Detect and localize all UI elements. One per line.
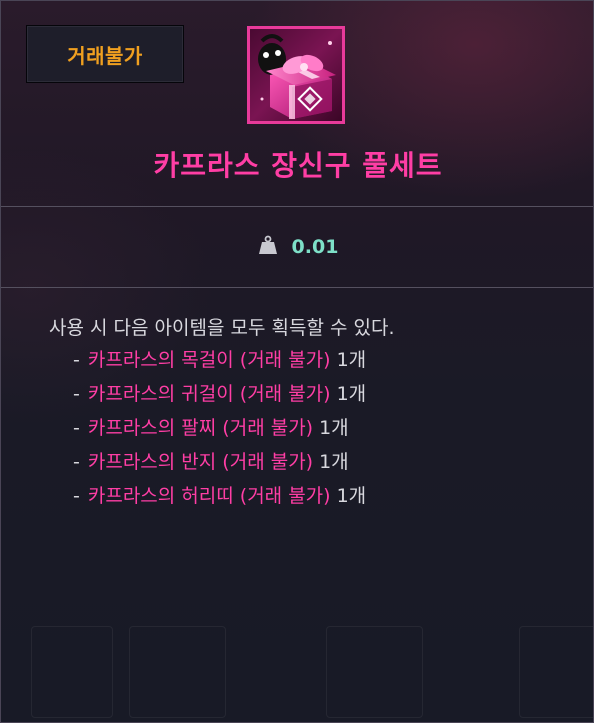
reward-name: 카프라스의 반지 (거래 불가) bbox=[87, 450, 314, 473]
item-description: 사용 시 다음 아이템을 모두 획득할 수 있다. - 카프라스의 목걸이 (거… bbox=[49, 313, 569, 513]
divider bbox=[1, 206, 593, 207]
divider bbox=[1, 287, 593, 288]
reward-list: - 카프라스의 목걸이 (거래 불가) 1개 - 카프라스의 귀걸이 (거래 불… bbox=[49, 343, 569, 513]
untradeable-badge: 거래불가 bbox=[26, 25, 184, 83]
weight-row: 0.01 bbox=[1, 229, 593, 265]
gift-box-icon bbox=[247, 26, 345, 124]
background-slot bbox=[129, 626, 226, 718]
reward-name: 카프라스의 귀걸이 (거래 불가) bbox=[87, 382, 331, 405]
list-item: - 카프라스의 목걸이 (거래 불가) 1개 bbox=[49, 343, 569, 377]
background-slot bbox=[31, 626, 113, 718]
reward-quantity: 1개 bbox=[336, 348, 367, 371]
list-item: - 카프라스의 귀걸이 (거래 불가) 1개 bbox=[49, 377, 569, 411]
list-item: - 카프라스의 반지 (거래 불가) 1개 bbox=[49, 445, 569, 479]
background-slot bbox=[519, 626, 593, 718]
background-slot bbox=[326, 626, 423, 718]
untradeable-badge-label: 거래불가 bbox=[67, 43, 143, 68]
list-bullet: - bbox=[73, 484, 80, 507]
item-tooltip: 거래불가 카프라스 장신구 풀세트 0.01 사용 시 다음 아이템을 모두 획… bbox=[0, 0, 594, 723]
reward-quantity: 1개 bbox=[336, 382, 367, 405]
list-bullet: - bbox=[73, 450, 80, 473]
reward-name: 카프라스의 팔찌 (거래 불가) bbox=[87, 416, 314, 439]
list-item: - 카프라스의 팔찌 (거래 불가) 1개 bbox=[49, 411, 569, 445]
reward-quantity: 1개 bbox=[336, 484, 367, 507]
reward-quantity: 1개 bbox=[319, 416, 349, 439]
list-bullet: - bbox=[73, 382, 80, 405]
reward-name: 카프라스의 허리띠 (거래 불가) bbox=[87, 484, 331, 507]
description-header: 사용 시 다음 아이템을 모두 획득할 수 있다. bbox=[49, 316, 395, 339]
item-name: 카프라스 장신구 풀세트 bbox=[153, 149, 443, 182]
weight-icon bbox=[258, 235, 278, 259]
weight-value: 0.01 bbox=[291, 236, 339, 258]
list-bullet: - bbox=[73, 348, 80, 371]
list-bullet: - bbox=[73, 416, 80, 439]
list-item: - 카프라스의 허리띠 (거래 불가) 1개 bbox=[49, 479, 569, 513]
reward-name: 카프라스의 목걸이 (거래 불가) bbox=[87, 348, 331, 371]
reward-quantity: 1개 bbox=[319, 450, 349, 473]
